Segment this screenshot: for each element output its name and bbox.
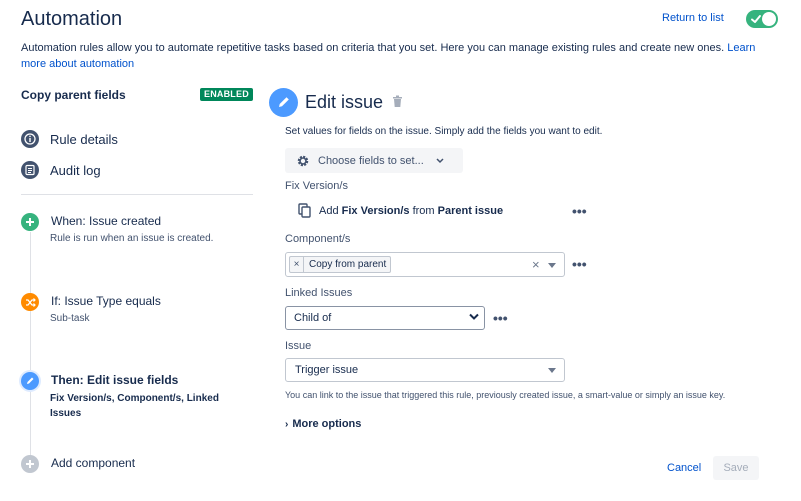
editor-description: Set values for fields on the issue. Simp… <box>285 126 603 137</box>
copy-icon <box>298 203 311 218</box>
components-label: Component/s <box>285 233 351 245</box>
fix-version-more-button[interactable]: ••• <box>572 204 587 218</box>
step-subtitle: Sub-task <box>50 313 90 324</box>
linked-issues-label: Linked Issues <box>285 287 353 299</box>
linked-issues-select[interactable]: Child of <box>285 306 485 330</box>
issue-select[interactable]: Trigger issue <box>285 358 565 382</box>
fix-version-copy-row: Add Fix Version/s from Parent issue <box>298 203 503 218</box>
linked-issues-more-button[interactable]: ••• <box>493 311 508 325</box>
step-subtitle: Fix Version/s, Component/s, Linked Issue… <box>50 393 219 419</box>
rule-enabled-toggle[interactable] <box>746 10 778 28</box>
step-subtitle: Rule is run when an issue is created. <box>50 233 214 244</box>
sidebar-item-label: Rule details <box>50 131 118 147</box>
timeline-line <box>30 232 31 460</box>
plus-icon <box>21 455 39 473</box>
step-title: Then: Edit issue fields <box>51 373 179 387</box>
copy-field: Fix Version/s <box>341 204 410 217</box>
plus-icon <box>21 213 39 231</box>
intro-text: Automation rules allow you to automate r… <box>21 40 781 72</box>
chip-label: Copy from parent <box>309 259 387 270</box>
pencil-icon <box>269 88 298 117</box>
chevron-right-icon: › <box>285 418 289 430</box>
sidebar-divider <box>21 194 253 195</box>
issue-label: Issue <box>285 340 312 352</box>
page-title: Automation <box>21 8 123 30</box>
toggle-knob <box>762 12 776 26</box>
fix-version-copy-text: Add Fix Version/s from Parent issue <box>319 205 503 217</box>
add-component-label: Add component <box>51 456 136 470</box>
trash-icon[interactable] <box>392 95 403 113</box>
sidebar-item-audit-log[interactable]: Audit log <box>21 161 101 179</box>
copy-middle: from <box>409 204 438 217</box>
chevron-down-icon <box>436 157 444 163</box>
editor-title: Edit issue <box>305 92 384 112</box>
components-more-button[interactable]: ••• <box>572 257 587 271</box>
chevron-down-icon <box>469 313 479 320</box>
copy-prefix: Add <box>319 204 342 217</box>
list-icon <box>21 161 39 179</box>
return-to-list-link[interactable]: Return to list <box>662 12 724 24</box>
info-icon <box>21 130 39 148</box>
linked-issues-value: Child of <box>294 312 332 324</box>
gear-icon <box>297 155 309 166</box>
step-title: When: Issue created <box>51 214 162 228</box>
more-options-toggle[interactable]: › More options <box>285 418 361 430</box>
step-title: If: Issue Type equals <box>51 294 161 308</box>
caret-down-icon <box>548 263 556 268</box>
remove-chip-icon[interactable]: × <box>290 257 304 272</box>
sidebar-item-label: Audit log <box>50 162 101 178</box>
clear-icon[interactable]: × <box>532 257 540 272</box>
pencil-icon <box>21 372 39 390</box>
choose-fields-button[interactable]: Choose fields to set... <box>285 148 463 173</box>
copy-source: Parent issue <box>437 204 504 217</box>
issue-help-text: You can link to the issue that triggered… <box>285 390 726 400</box>
caret-down-icon <box>548 368 556 373</box>
choose-fields-label: Choose fields to set... <box>318 154 424 167</box>
components-select[interactable]: × Copy from parent × <box>285 252 565 277</box>
cancel-button[interactable]: Cancel <box>667 462 701 474</box>
more-options-label: More options <box>292 418 362 430</box>
intro-description: Automation rules allow you to automate r… <box>21 42 728 54</box>
components-chip: × Copy from parent <box>289 256 392 273</box>
save-button[interactable]: Save <box>713 456 759 480</box>
rule-name: Copy parent fields <box>21 88 126 102</box>
shuffle-icon <box>21 293 39 311</box>
fix-version-label: Fix Version/s <box>285 180 348 192</box>
check-icon <box>751 15 761 23</box>
sidebar-item-rule-details[interactable]: Rule details <box>21 130 118 148</box>
issue-value: Trigger issue <box>295 364 359 376</box>
status-badge: ENABLED <box>200 88 253 101</box>
